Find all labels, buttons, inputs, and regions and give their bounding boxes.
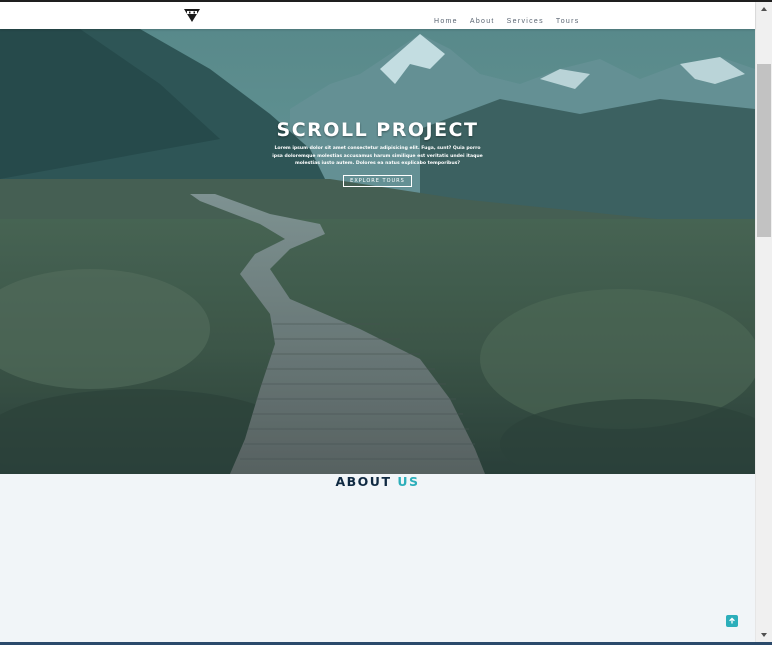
nav-item-services: Services (507, 10, 544, 28)
nav-item-about: About (470, 10, 495, 28)
triangle-down-icon (761, 633, 767, 637)
logo-icon[interactable] (183, 6, 201, 24)
vertical-scrollbar[interactable] (755, 2, 772, 642)
scroll-down-arrow[interactable] (756, 628, 772, 642)
hero-description: Lorem ipsum dolor sit amet consectetur a… (272, 146, 483, 167)
nav-link-services[interactable]: Services (507, 18, 544, 25)
arrow-up-icon (729, 617, 735, 624)
about-title: ABOUT US (0, 474, 755, 489)
nav-item-home: Home (434, 10, 458, 28)
browser-window: Home About Services Tours SCROLL PROJECT… (0, 0, 772, 645)
hero-title: SCROLL PROJECT (276, 119, 479, 141)
nav-links: Home About Services Tours (434, 10, 580, 28)
about-section: ABOUT US (0, 474, 755, 642)
hero-section: SCROLL PROJECT Lorem ipsum dolor sit ame… (0, 29, 755, 474)
nav-link-home[interactable]: Home (434, 18, 458, 25)
about-title-main: ABOUT (335, 474, 392, 489)
scrollbar-thumb[interactable] (757, 64, 771, 237)
explore-tours-button[interactable]: EXPLORE TOURS (343, 174, 412, 187)
nav-link-tours[interactable]: Tours (556, 18, 580, 25)
triangle-up-icon (761, 7, 767, 11)
scroll-to-top-button[interactable] (726, 615, 738, 627)
navbar: Home About Services Tours (0, 2, 755, 29)
hero-overlay (0, 29, 755, 474)
hero-banner: SCROLL PROJECT Lorem ipsum dolor sit ame… (0, 119, 755, 187)
about-title-accent: US (397, 474, 420, 489)
scroll-up-arrow[interactable] (756, 2, 772, 16)
nav-link-about[interactable]: About (470, 18, 495, 25)
nav-item-tours: Tours (556, 10, 580, 28)
